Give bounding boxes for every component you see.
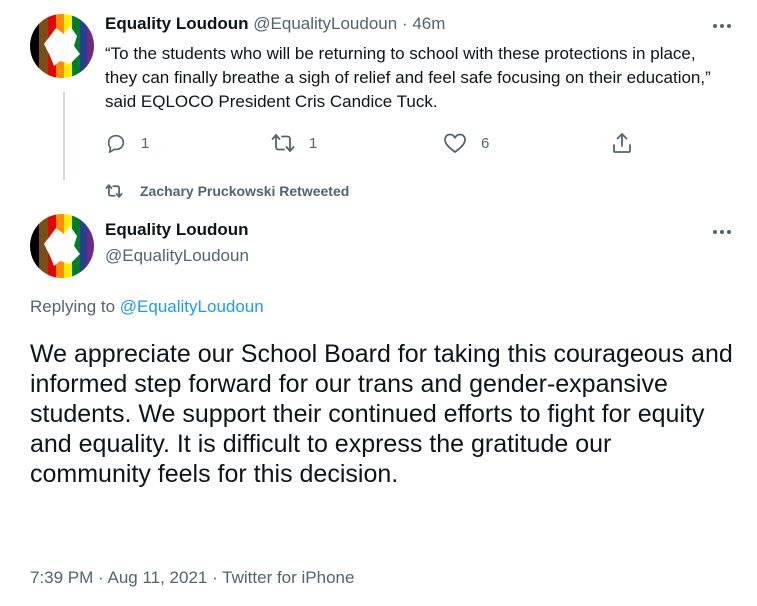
retweet-button[interactable]: 1: [271, 130, 317, 156]
more-icon[interactable]: [710, 18, 734, 28]
author-handle[interactable]: @EqualityLoudoun: [105, 246, 249, 266]
thread-connector: [63, 92, 65, 180]
separator: ·: [401, 14, 408, 33]
tweet-timestamp[interactable]: 7:39 PM · Aug 11, 2021 · Twitter for iPh…: [30, 568, 354, 588]
author-name[interactable]: Equality Loudoun: [105, 220, 249, 240]
tweet-text: “To the students who will be returning t…: [105, 44, 711, 111]
reply-button[interactable]: 1: [105, 130, 149, 156]
retweet-count: 1: [309, 134, 318, 152]
reply-count: 1: [141, 134, 150, 152]
replying-to: Replying to @EqualityLoudoun: [30, 297, 264, 317]
like-count: 6: [481, 134, 490, 152]
avatar[interactable]: [30, 14, 94, 78]
share-button[interactable]: [611, 130, 647, 156]
reply-icon: [107, 134, 125, 153]
retweet-icon: [105, 184, 123, 198]
author-handle[interactable]: @EqualityLoudoun: [253, 14, 397, 33]
like-button[interactable]: 6: [443, 130, 489, 156]
more-icon[interactable]: [710, 224, 734, 234]
heart-icon: [444, 133, 466, 153]
retweeted-by-label: Zachary Pruckowski Retweeted: [140, 183, 350, 199]
retweet-icon: [271, 134, 295, 152]
tweet-text: We appreciate our School Board for takin…: [30, 340, 733, 488]
retweeted-by-banner[interactable]: Zachary Pruckowski Retweeted: [105, 183, 349, 199]
author-name[interactable]: Equality Loudoun: [105, 14, 249, 33]
share-icon: [613, 133, 631, 153]
replying-handle-link[interactable]: @EqualityLoudoun: [120, 297, 264, 316]
replying-prefix: Replying to: [30, 297, 116, 316]
tweet-time[interactable]: 46m: [412, 14, 445, 33]
avatar[interactable]: [30, 214, 94, 278]
tweet-header: Equality Loudoun @EqualityLoudoun · 46m: [105, 14, 445, 34]
